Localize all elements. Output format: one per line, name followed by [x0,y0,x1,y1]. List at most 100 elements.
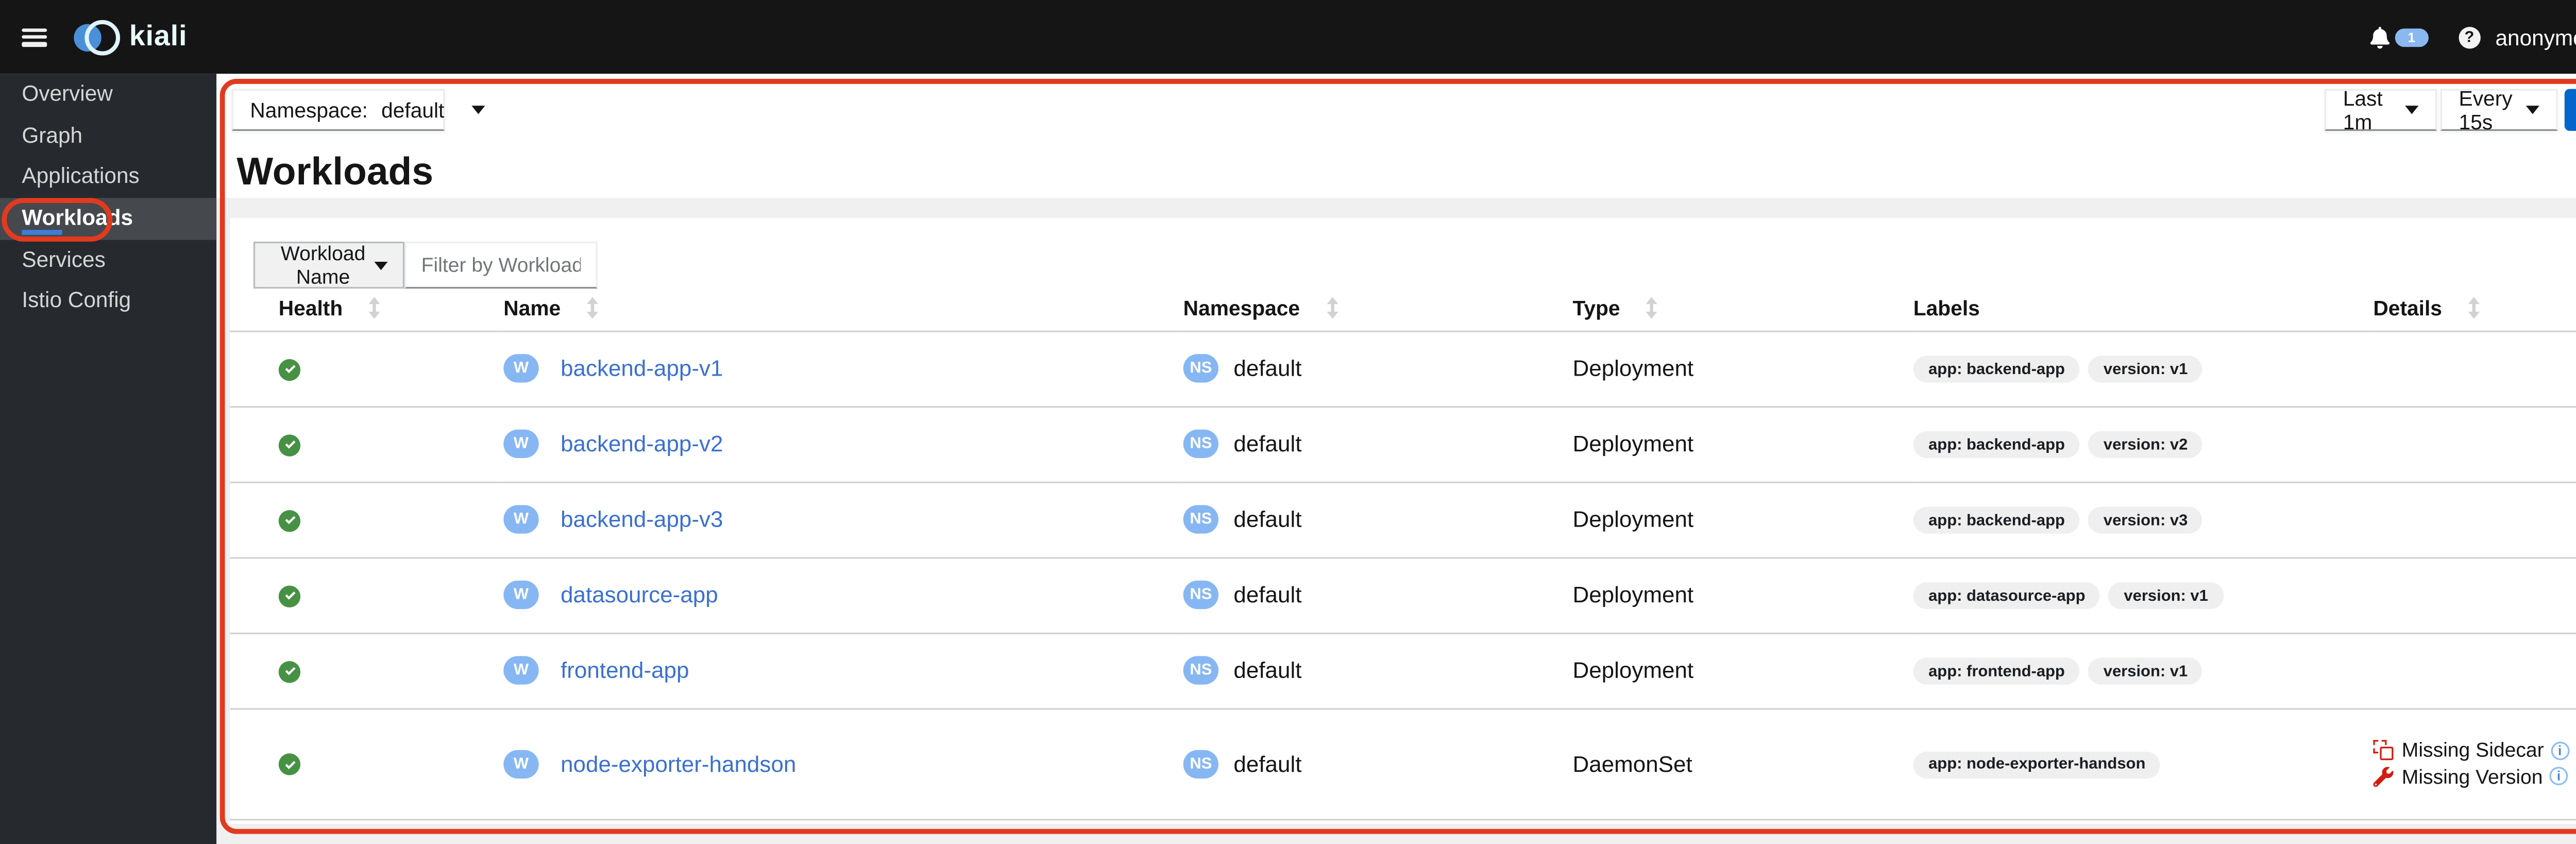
column-header-name[interactable]: Name [503,287,1183,331]
refresh-button[interactable] [2564,89,2576,131]
workload-type: Deployment [1572,507,1694,532]
workload-badge: W [503,656,539,685]
sidebar-item-workloads[interactable]: Workloads [0,198,217,240]
masthead-right: 1 ? anonymous [2369,24,2576,49]
duration-select[interactable]: Last 1m [2324,86,2437,133]
details-cell [2373,331,2576,407]
label-pill: version: v2 [2088,431,2203,459]
column-header-namespace[interactable]: Namespace [1183,287,1573,331]
time-controls: Last 1m Every 15s [2324,86,2576,133]
labels-cell: app: frontend-app version: v1 [1913,633,2374,708]
label-pill: app: datasource-app [1913,582,2100,610]
labels-cell: app: backend-app version: v3 [1913,482,2374,558]
table-row: Wbackend-app-v1 NS default Deployment app… [230,331,2576,407]
namespace-select-label: Namespace: [250,98,368,122]
label-pill: version: v1 [2109,582,2224,610]
health-ok-icon [278,509,301,531]
user-menu[interactable]: anonymous [2495,24,2576,49]
info-icon[interactable]: i [2549,767,2568,786]
chevron-down-icon [2526,106,2539,114]
sidebar-item-overview[interactable]: Overview [0,74,216,115]
label-pill: version: v1 [2088,356,2203,383]
details-cell [2373,557,2576,633]
duration-select-value: Last 1m [2343,86,2383,133]
filter-type-dropdown[interactable]: Workload Name [253,241,405,289]
namespace-badge: NS [1183,749,1219,778]
missing-version-icon [2373,766,2394,787]
detail-text: Missing Version [2401,765,2543,788]
label-pill: app: backend-app [1913,431,2080,459]
sort-icon [2468,296,2480,318]
detail-line: Missing Sidecar i [2373,738,2576,763]
label-pill: app: node-exporter-handson [1913,751,2161,779]
workload-badge: W [503,505,539,534]
table-header-row: Health Name Namespace Type Labels Detail… [230,287,2576,331]
details-cell: Missing Sidecar i Missing Version i [2373,708,2576,819]
workload-type: Deployment [1572,582,1694,607]
workload-link[interactable]: backend-app-v1 [561,356,723,381]
refresh-interval-select[interactable]: Every 15s [2440,86,2558,133]
namespace-badge: NS [1183,429,1219,459]
details-cell [2373,633,2576,708]
health-ok-icon [278,584,301,607]
page-toolbar: Namespace: default Last 1m Every 15s Wor… [216,74,2576,198]
namespace-value: default [1233,582,1302,607]
column-header-health[interactable]: Health [230,287,503,331]
sort-icon [1326,296,1338,318]
workload-link[interactable]: backend-app-v3 [561,507,723,532]
column-header-type[interactable]: Type [1572,287,1913,331]
sort-icon [369,296,381,318]
namespace-badge: NS [1183,580,1219,610]
workload-badge: W [503,580,539,610]
detail-text: Missing Sidecar [2401,738,2544,763]
namespace-value: default [1233,356,1302,381]
namespace-badge: NS [1183,505,1219,534]
main-content: Namespace: default Last 1m Every 15s Wor… [216,74,2576,844]
nav-toggle-hamburger-icon[interactable] [22,27,47,46]
detail-line: Missing Version i [2373,765,2576,788]
notification-count-badge[interactable]: 1 [2395,27,2429,46]
namespace-value: default [1233,507,1302,532]
column-header-labels: Labels [1913,296,1980,320]
column-header-details[interactable]: Details [2373,287,2576,331]
namespace-value: default [1233,751,1302,777]
table-row: Wfrontend-app NS default Deployment app: … [230,632,2576,708]
workload-link[interactable]: node-exporter-handson [561,751,796,776]
refresh-interval-value: Every 15s [2459,86,2513,133]
workload-badge: W [503,429,539,459]
app-root: kiali 1 ? anonymous Overview Graph Appli… [0,0,2576,844]
sort-icon [1646,296,1658,318]
sidebar-item-istio-config[interactable]: Istio Config [0,281,216,322]
namespace-badge: NS [1183,656,1219,685]
sidebar-item-services[interactable]: Services [0,240,216,281]
table-row: Wbackend-app-v3 NS default Deployment app… [230,481,2576,558]
namespace-value: default [1233,431,1302,457]
namespace-select[interactable]: Namespace: default [231,89,485,131]
sidebar-item-applications[interactable]: Applications [0,157,216,198]
label-pill: app: backend-app [1913,507,2080,534]
filter-input[interactable] [404,241,598,289]
workload-link[interactable]: datasource-app [561,582,718,607]
notifications-bell-icon[interactable] [2369,26,2389,48]
namespace-value: default [1233,657,1302,683]
health-ok-icon [278,358,301,380]
sidebar-item-graph[interactable]: Graph [0,115,216,157]
workload-link[interactable]: backend-app-v2 [561,431,723,457]
details-cell [2373,482,2576,558]
info-icon[interactable]: i [2550,741,2569,760]
brand-text: kiali [129,20,188,52]
masthead: kiali 1 ? anonymous [0,0,2576,74]
table-row: Wnode-exporter-handson NS default DaemonS… [230,708,2576,819]
kiali-brand[interactable]: kiali [72,18,187,56]
chevron-down-icon [2405,106,2419,114]
workloads-card: Workload Name Health Name Namesp [230,218,2576,824]
workload-badge: W [503,354,539,383]
sidebar: Overview Graph Applications Workloads Se… [0,74,217,844]
chevron-down-icon [471,106,485,114]
missing-sidecar-icon [2373,740,2394,761]
help-icon[interactable]: ? [2458,26,2481,48]
health-ok-icon [278,433,301,456]
labels-cell: app: datasource-app version: v1 [1913,557,2374,633]
workload-link[interactable]: frontend-app [561,658,689,683]
workload-type: Deployment [1572,657,1694,683]
